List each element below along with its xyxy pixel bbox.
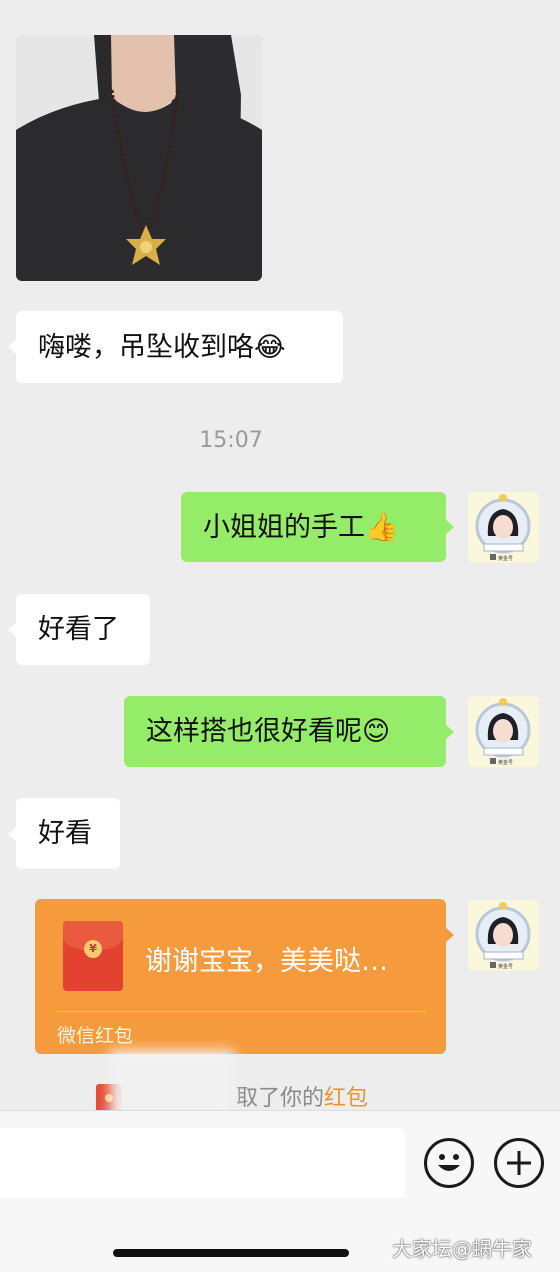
avatar-image: 黄金号 (468, 900, 539, 971)
received-message-bubble[interactable]: 嗨喽，吊坠收到咯😂 (8, 311, 343, 383)
avatar[interactable]: 黄金号 (468, 492, 539, 563)
notice-link[interactable]: 红包 (324, 1086, 368, 1111)
sent-message-bubble[interactable]: 这样搭也很好看呢😊 (124, 696, 454, 767)
sent-message-bubble[interactable]: 小姐姐的手工👍 (181, 492, 454, 562)
avatar-caption: 黄金号 (498, 555, 513, 562)
message-input[interactable] (0, 1128, 405, 1198)
emoji-button[interactable] (424, 1138, 474, 1188)
divider (55, 1011, 426, 1012)
more-button[interactable] (494, 1138, 544, 1188)
avatar-image: 黄金号 (468, 492, 539, 563)
message-text: 小姐姐的手工👍 (203, 511, 399, 543)
message-text: 好看 (38, 818, 92, 849)
avatar[interactable]: 黄金号 (468, 900, 539, 971)
notice-text: 取了你的 (236, 1086, 325, 1111)
message-text: 好看了 (38, 614, 119, 645)
emoji-face-icon (438, 1154, 460, 1171)
photo-image (16, 35, 262, 281)
watermark: 大家坛@蜗牛家 (392, 1237, 532, 1261)
home-indicator[interactable] (113, 1249, 349, 1257)
red-packet-message[interactable]: ¥ 谢谢宝宝，美美哒… 微信红包 (35, 899, 454, 1054)
received-message-bubble[interactable]: 好看了 (8, 594, 150, 665)
avatar-caption: 黄金号 (498, 963, 513, 970)
red-packet-icon: ¥ (63, 921, 123, 991)
message-text: 嗨喽，吊坠收到咯😂 (38, 331, 286, 363)
avatar-caption: 黄金号 (498, 759, 513, 766)
plus-circle-icon (507, 1151, 531, 1175)
red-packet-message-text: 谢谢宝宝，美美哒… (145, 946, 388, 977)
avatar-image: 黄金号 (468, 696, 539, 767)
message-text: 这样搭也很好看呢😊 (146, 716, 391, 747)
photo-message[interactable] (16, 35, 262, 281)
avatar[interactable]: 黄金号 (468, 696, 539, 767)
timestamp: 15:07 (199, 428, 263, 453)
red-packet-brand: 微信红包 (57, 1025, 134, 1047)
received-message-bubble[interactable]: 好看 (8, 798, 120, 869)
